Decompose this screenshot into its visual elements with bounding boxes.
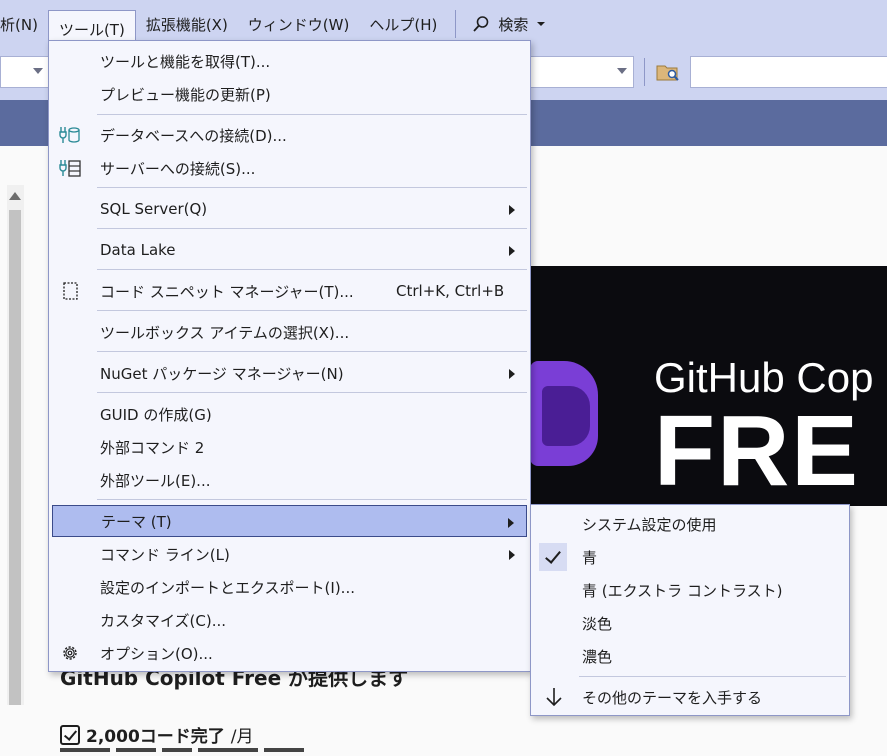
menu-item-preview-features[interactable]: プレビュー機能の更新(P) [52,78,527,110]
submenu-arrow-icon [508,518,514,528]
feature-line: 2,000コード完了 /月 [60,722,254,747]
menu-item-label: テーマ (T) [101,512,172,531]
scroll-up-arrow-icon[interactable] [9,192,21,200]
theme-item-label: 淡色 [582,615,613,633]
banner-free-text: FRE [654,395,860,506]
search-button[interactable]: 検索 [466,14,552,35]
find-in-files-icon[interactable] [656,62,680,82]
chevron-down-icon [537,22,546,26]
gear-icon [63,646,77,660]
menu-separator [97,228,527,229]
search-icon [473,16,489,32]
menu-item-label: Data Lake [100,241,176,259]
menu-item-nuget[interactable]: NuGet パッケージ マネージャー(N) [52,357,527,389]
menu-item-label: オプション(O)... [100,644,213,663]
checkbox-icon [60,724,80,745]
menu-window[interactable]: ウィンドウ(W) [238,8,360,40]
theme-item-label: 青 (エクストラ コントラスト) [582,582,783,600]
menu-item-customize[interactable]: カスタマイズ(C)... [52,604,527,636]
theme-item-label: 青 [582,549,598,567]
theme-submenu: システム設定の使用 青 青 (エクストラ コントラスト) 淡色 濃色 その他のテ… [530,504,850,716]
copilot-mascot-face [542,386,590,446]
theme-item-dark[interactable]: 濃色 [534,640,846,672]
menu-item-theme[interactable]: テーマ (T) [52,505,527,537]
snippet-icon [63,282,78,300]
menu-item-create-guid[interactable]: GUID の作成(G) [52,398,527,430]
menu-item-label: サーバーへの接続(S)... [100,159,256,178]
tools-menu: ツールと機能を取得(T)... プレビュー機能の更新(P) データベースへの接続… [48,40,531,672]
menu-item-get-tools[interactable]: ツールと機能を取得(T)... [52,45,527,77]
feature-value: 2,000コード完了 [86,727,225,747]
scrollbar-thumb[interactable] [9,210,21,705]
menu-separator [97,351,527,352]
search-label: 検索 [498,15,529,34]
feature-unit: /月 [230,727,254,747]
menu-item-label: 外部ツール(E)... [100,471,211,490]
menu-item-label: 設定のインポートとエクスポート(I)... [100,578,355,597]
theme-item-blue-extra-contrast[interactable]: 青 (エクストラ コントラスト) [534,574,846,606]
menu-item-toolbox-items[interactable]: ツールボックス アイテムの選択(X)... [52,316,527,348]
platform-combo[interactable] [530,56,634,88]
chevron-down-icon [617,68,627,74]
check-icon [539,543,567,571]
menu-item-data-lake[interactable]: Data Lake [52,234,527,266]
menu-item-label: ツールと機能を取得(T)... [100,52,271,71]
menu-item-connect-server[interactable]: サーバーへの接続(S)... [52,152,527,184]
menu-separator [97,114,527,115]
theme-item-blue[interactable]: 青 [534,541,846,573]
submenu-arrow-icon [509,246,515,256]
theme-item-label: システム設定の使用 [582,516,717,534]
menu-item-label: プレビュー機能の更新(P) [100,85,271,104]
submenu-arrow-icon [509,550,515,560]
menu-item-shortcut: Ctrl+K, Ctrl+B [396,282,505,300]
chevron-down-icon [33,68,43,74]
theme-item-system[interactable]: システム設定の使用 [534,508,846,540]
menu-separator [579,676,846,677]
menu-item-import-export[interactable]: 設定のインポートとエクスポート(I)... [52,571,527,603]
submenu-arrow-icon [509,369,515,379]
menu-item-label: SQL Server(Q) [100,200,208,218]
menu-analyze[interactable]: 析(N) [0,8,48,40]
menu-separator [97,392,527,393]
copilot-banner-image: GitHub Cop FRE [530,266,887,506]
menu-item-label: コマンド ライン(L) [100,545,230,564]
menu-item-options[interactable]: オプション(O)... [52,637,527,669]
menu-item-command-line[interactable]: コマンド ライン(L) [52,538,527,570]
theme-item-label: その他のテーマを入手する [582,689,763,707]
server-connect-icon [59,160,81,177]
menu-item-sql-server[interactable]: SQL Server(Q) [52,193,527,225]
menu-item-label: コード スニペット マネージャー(T)... [100,282,354,301]
menu-extensions[interactable]: 拡張機能(X) [136,8,238,40]
menu-item-label: ツールボックス アイテムの選択(X)... [100,323,350,342]
database-connect-icon [59,127,80,143]
configuration-combo[interactable] [0,56,50,88]
menu-item-label: カスタマイズ(C)... [100,611,227,630]
menu-item-connect-database[interactable]: データベースへの接続(D)... [52,119,527,151]
menu-item-label: 外部コマンド 2 [100,438,205,457]
search-box-input[interactable] [690,56,887,88]
menu-separator [455,10,457,38]
menu-item-label: NuGet パッケージ マネージャー(N) [100,364,344,383]
menu-separator [97,187,527,188]
menu-separator [97,310,527,311]
menu-item-external-command[interactable]: 外部コマンド 2 [52,431,527,463]
menu-item-snippet-manager[interactable]: コード スニペット マネージャー(T)... Ctrl+K, Ctrl+B [52,275,527,307]
menu-item-label: GUID の作成(G) [100,405,212,424]
menu-item-label: データベースへの接続(D)... [100,126,287,145]
theme-item-get-more[interactable]: その他のテーマを入手する [534,681,846,713]
menu-separator [97,499,527,500]
download-arrow-icon [546,688,562,707]
theme-item-label: 濃色 [582,648,613,666]
menu-separator [97,269,527,270]
theme-item-light[interactable]: 淡色 [534,607,846,639]
submenu-arrow-icon [509,205,515,215]
menu-item-external-tools[interactable]: 外部ツール(E)... [52,464,527,496]
clipped-text-line [60,748,400,756]
toolbar-separator [644,58,645,86]
menu-help[interactable]: ヘルプ(H) [359,8,447,40]
